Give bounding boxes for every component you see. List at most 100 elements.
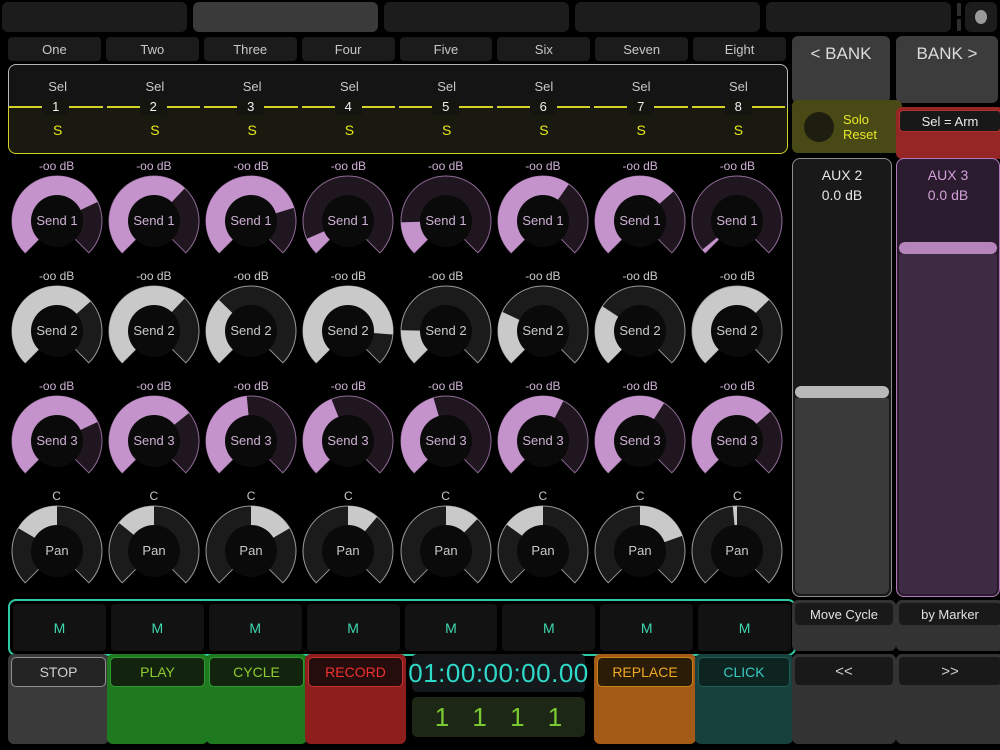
knob-value-label: -oo dB — [330, 159, 367, 173]
fader-handle[interactable] — [795, 386, 889, 398]
solo-reset-button[interactable]: Solo Reset — [792, 100, 902, 153]
bars-beats-display: 1 1 1 1 — [412, 697, 585, 737]
track-button-1[interactable]: One — [8, 37, 101, 61]
track-button-3[interactable]: Three — [203, 37, 297, 61]
send1-knob-ch4[interactable]: Send 1 — [301, 174, 395, 268]
tab-2[interactable] — [193, 2, 378, 32]
send3-channel-6: -oo dB Send 3 — [494, 379, 591, 488]
send3-knob-ch2[interactable]: Send 3 — [107, 394, 201, 488]
knob-value-label: -oo dB — [330, 379, 367, 393]
rewind-button[interactable]: << — [792, 654, 896, 744]
pan-knob-ch2[interactable]: Pan — [107, 504, 201, 598]
send3-knob-ch8[interactable]: Send 3 — [690, 394, 784, 488]
knob-value-label: -oo dB — [427, 379, 464, 393]
tab-5[interactable] — [766, 2, 951, 32]
send1-channel-8: -oo dB Send 1 — [689, 159, 786, 268]
send3-knob-ch3[interactable]: Send 3 — [204, 394, 298, 488]
tab-3[interactable] — [384, 2, 569, 32]
replace-label: REPLACE — [597, 657, 693, 687]
knob-value-label: C — [733, 489, 742, 503]
forward-button[interactable]: >> — [896, 654, 1000, 744]
bank-next-button[interactable]: BANK > — [896, 36, 998, 103]
mute-button-ch3[interactable]: M — [208, 604, 302, 651]
fader-handle[interactable] — [899, 242, 997, 254]
send1-knob-ch5[interactable]: Send 1 — [399, 174, 493, 268]
click-button[interactable]: CLICK — [695, 654, 793, 744]
pan-knob-ch7[interactable]: Pan — [593, 504, 687, 598]
send3-knob-ch7[interactable]: Send 3 — [593, 394, 687, 488]
channel-number-8: 8 — [691, 99, 786, 115]
play-button[interactable]: PLAY — [107, 654, 208, 744]
tab-1[interactable] — [2, 2, 187, 32]
mute-button-ch6[interactable]: M — [502, 604, 596, 651]
knob-value-label: C — [538, 489, 548, 503]
knob-value-label: C — [52, 489, 61, 503]
track-button-7[interactable]: Seven — [595, 37, 689, 61]
knob-value-label: C — [149, 489, 159, 503]
send1-knob-ch2[interactable]: Send 1 — [107, 174, 201, 268]
mute-button-ch7[interactable]: M — [600, 604, 694, 651]
pan-channel-1: C Pan — [8, 489, 105, 598]
send3-knob-ch4[interactable]: Send 3 — [301, 394, 395, 488]
svg-text:Send 1: Send 1 — [425, 213, 466, 228]
send1-channel-6: -oo dB Send 1 — [494, 159, 591, 268]
track-button-4[interactable]: Four — [301, 37, 395, 61]
send3-knob-ch1[interactable]: Send 3 — [10, 394, 104, 488]
knob-value-label: -oo dB — [136, 159, 172, 173]
by-marker-label: by Marker — [899, 603, 1000, 625]
record-button[interactable]: RECORD — [305, 654, 406, 744]
aux3-fader[interactable]: AUX 3 0.0 dB — [896, 158, 1000, 597]
send2-knob-ch1[interactable]: Send 2 — [10, 284, 104, 378]
send3-knob-ch6[interactable]: Send 3 — [496, 394, 590, 488]
track-button-6[interactable]: Six — [497, 37, 591, 61]
send1-channel-3: -oo dB Send 1 — [203, 159, 300, 268]
tab-4[interactable] — [575, 2, 760, 32]
send2-knob-ch3[interactable]: Send 2 — [204, 284, 298, 378]
send2-knob-ch7[interactable]: Send 2 — [593, 284, 687, 378]
replace-button[interactable]: REPLACE — [594, 654, 696, 744]
pan-knob-ch8[interactable]: Pan — [690, 504, 784, 598]
top-tab-bar — [2, 2, 998, 32]
send1-knob-ch6[interactable]: Send 1 — [496, 174, 590, 268]
knob-value-label: -oo dB — [233, 159, 269, 173]
send2-channel-2: -oo dB Send 2 — [105, 269, 202, 378]
bank-previous-button[interactable]: < BANK — [792, 36, 890, 103]
send3-knob-ch5[interactable]: Send 3 — [399, 394, 493, 488]
send1-knob-ch8[interactable]: Send 1 — [690, 174, 784, 268]
send1-knob-ch1[interactable]: Send 1 — [10, 174, 104, 268]
mute-button-ch1[interactable]: M — [13, 604, 106, 651]
mute-button-ch4[interactable]: M — [306, 604, 400, 651]
svg-text:Send 1: Send 1 — [717, 213, 758, 228]
mute-button-ch2[interactable]: M — [110, 604, 204, 651]
svg-text:Pan: Pan — [142, 543, 165, 558]
track-button-5[interactable]: Five — [399, 37, 493, 61]
menu-dot-button[interactable] — [965, 2, 997, 32]
send3-row: -oo dB Send 3 -oo dB Send 3 -oo dB Send 3 -oo … — [8, 379, 786, 488]
stop-button[interactable]: STOP — [8, 654, 109, 744]
sel-equals-arm-button[interactable]: Sel = Arm — [896, 107, 1000, 159]
send2-knob-ch4[interactable]: Send 2 — [301, 284, 395, 378]
pan-knob-ch3[interactable]: Pan — [204, 504, 298, 598]
move-cycle-button[interactable]: Move Cycle — [792, 600, 896, 651]
channel-number-2: 2 — [106, 99, 201, 115]
mute-button-ch8[interactable]: M — [698, 604, 791, 651]
send1-row: -oo dB Send 1 -oo dB Send 1 -oo dB Send 1 -oo … — [8, 159, 786, 268]
send1-knob-ch3[interactable]: Send 1 — [204, 174, 298, 268]
send2-row: -oo dB Send 2 -oo dB Send 2 -oo dB Send 2 -oo … — [8, 269, 786, 378]
cycle-button[interactable]: CYCLE — [206, 654, 307, 744]
pan-knob-ch5[interactable]: Pan — [399, 504, 493, 598]
pan-knob-ch4[interactable]: Pan — [301, 504, 395, 598]
mute-button-ch5[interactable]: M — [404, 604, 498, 651]
pan-knob-ch6[interactable]: Pan — [496, 504, 590, 598]
by-marker-button[interactable]: by Marker — [896, 600, 1000, 651]
send2-knob-ch8[interactable]: Send 2 — [690, 284, 784, 378]
track-button-8[interactable]: Eight — [693, 37, 786, 61]
send1-knob-ch7[interactable]: Send 1 — [593, 174, 687, 268]
aux2-fader[interactable]: AUX 2 0.0 dB — [792, 158, 892, 597]
cycle-label: CYCLE — [209, 657, 304, 687]
send2-knob-ch5[interactable]: Send 2 — [399, 284, 493, 378]
pan-knob-ch1[interactable]: Pan — [10, 504, 104, 598]
send2-knob-ch6[interactable]: Send 2 — [496, 284, 590, 378]
track-button-2[interactable]: Two — [105, 37, 199, 61]
send2-knob-ch2[interactable]: Send 2 — [107, 284, 201, 378]
